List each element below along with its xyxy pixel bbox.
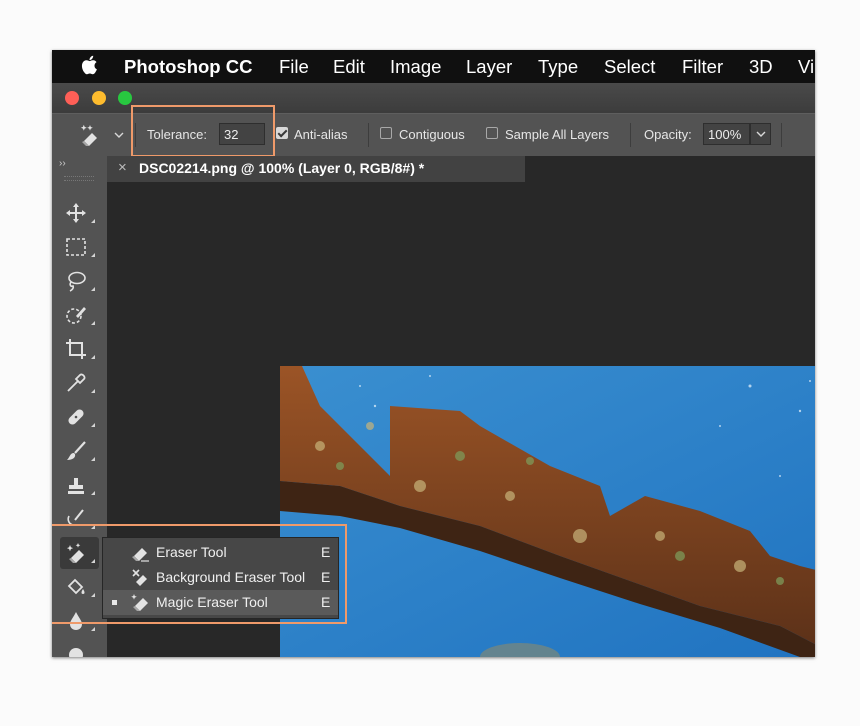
opacity-input[interactable]: 100% (703, 123, 750, 145)
crop-tool[interactable] (52, 332, 107, 366)
menu-image[interactable]: Image (390, 56, 441, 78)
flyout-highlight-box (52, 524, 347, 624)
menu-view[interactable]: Vi (798, 56, 814, 78)
dodge-icon (69, 648, 83, 657)
minimize-window-button[interactable] (92, 91, 106, 105)
tool-preset-chevron-down-icon[interactable] (114, 132, 124, 139)
opacity-dropdown-button[interactable] (750, 123, 771, 145)
app-name-menu[interactable]: Photoshop CC (124, 56, 252, 78)
brush-icon (67, 441, 86, 460)
healing-brush-tool[interactable] (52, 400, 107, 434)
menu-bar: Photoshop CC File Edit Image Layer Type … (52, 50, 815, 83)
opacity-label: Opacity: (644, 127, 692, 142)
contiguous-checkbox[interactable] (380, 127, 392, 139)
clone-stamp-tool[interactable] (52, 468, 107, 502)
eyedropper-icon (67, 373, 86, 392)
underwater-shipwreck-photo (280, 366, 815, 657)
photo-image (280, 366, 815, 657)
separator (630, 123, 631, 147)
apple-icon[interactable] (80, 53, 100, 77)
contiguous-label: Contiguous (399, 127, 465, 142)
collapse-panel-button[interactable]: ›› (59, 158, 66, 169)
document-tab[interactable]: × DSC02214.png @ 100% (Layer 0, RGB/8#) … (107, 156, 525, 182)
marquee-tool[interactable] (52, 230, 107, 264)
anti-alias-label: Anti-alias (294, 127, 348, 142)
move-tool[interactable] (52, 196, 107, 230)
healing-brush-icon (68, 409, 84, 425)
chevron-down-icon (756, 131, 766, 137)
sample-all-layers-checkbox[interactable] (486, 127, 498, 139)
eyedropper-tool[interactable] (52, 366, 107, 400)
separator (781, 123, 782, 147)
sample-all-layers-label: Sample All Layers (505, 127, 610, 142)
quick-selection-icon (66, 307, 86, 324)
menu-file[interactable]: File (279, 56, 309, 78)
dodge-tool[interactable] (52, 638, 107, 657)
menu-select[interactable]: Select (604, 56, 655, 78)
menu-3d[interactable]: 3D (749, 56, 773, 78)
photoshop-window: Photoshop CC File Edit Image Layer Type … (52, 50, 815, 657)
lasso-tool[interactable] (52, 264, 107, 298)
menu-type[interactable]: Type (538, 56, 578, 78)
crop-icon (66, 339, 86, 359)
menu-layer[interactable]: Layer (466, 56, 512, 78)
quick-selection-tool[interactable] (52, 298, 107, 332)
menu-filter[interactable]: Filter (682, 56, 723, 78)
marquee-icon (66, 238, 86, 256)
document-tab-bar: × DSC02214.png @ 100% (Layer 0, RGB/8#) … (107, 156, 815, 182)
move-icon (66, 203, 86, 223)
brush-tool[interactable] (52, 434, 107, 468)
magic-eraser-icon[interactable] (78, 123, 104, 147)
lasso-icon (68, 271, 86, 292)
close-window-button[interactable] (65, 91, 79, 105)
clone-stamp-icon (68, 478, 84, 494)
tolerance-highlight-box (131, 105, 275, 157)
panel-grip[interactable] (64, 176, 94, 181)
close-document-icon[interactable]: × (118, 159, 127, 176)
separator (368, 123, 369, 147)
menu-edit[interactable]: Edit (333, 56, 365, 78)
anti-alias-checkbox[interactable] (276, 127, 288, 139)
zoom-window-button[interactable] (118, 91, 132, 105)
document-tab-title: DSC02214.png @ 100% (Layer 0, RGB/8#) * (139, 160, 425, 176)
